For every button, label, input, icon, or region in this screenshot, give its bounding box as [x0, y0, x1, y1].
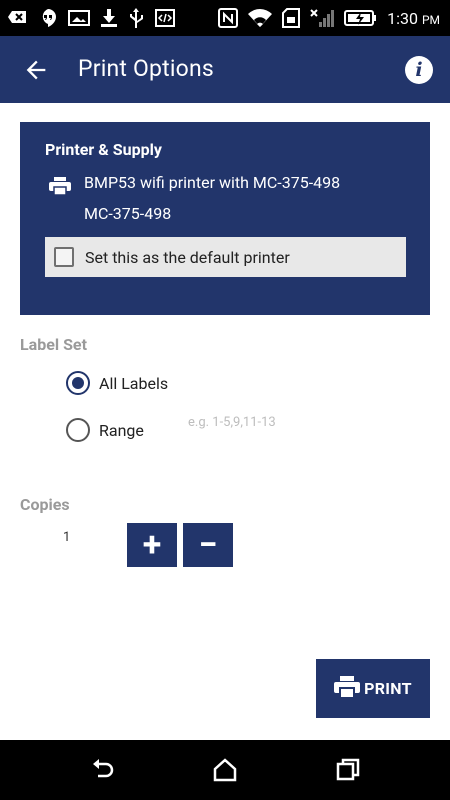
page-title: Print Options: [78, 55, 214, 82]
default-printer-checkbox[interactable]: [54, 247, 74, 267]
radio-all-labels-button[interactable]: [66, 371, 90, 395]
print-button-label: PRINT: [364, 679, 412, 698]
supply-name[interactable]: MC-375-498: [84, 204, 171, 223]
home-icon[interactable]: [211, 756, 239, 784]
clock: 1:30 PM: [387, 8, 440, 28]
radio-range-label: Range: [99, 420, 144, 440]
print-button[interactable]: PRINT: [316, 659, 430, 718]
radio-all-labels-label: All Labels: [99, 373, 169, 393]
navigation-bar: [0, 740, 450, 800]
radio-range-button[interactable]: [66, 418, 90, 442]
default-printer-checkbox-row[interactable]: Set this as the default printer: [45, 237, 406, 277]
printer-supply-card: Printer & Supply BMP53 wifi printer with…: [20, 122, 430, 315]
hangouts-icon: [39, 7, 57, 29]
code-icon: [155, 7, 175, 29]
printer-icon: [49, 177, 71, 196]
no-signal-icon: [309, 7, 335, 29]
download-icon: [101, 7, 117, 29]
printer-name[interactable]: BMP53 wifi printer with MC-375-498: [84, 173, 340, 192]
image-icon: [68, 7, 90, 29]
status-bar: 1:30 PM: [0, 0, 450, 36]
radio-all-labels[interactable]: All Labels: [66, 371, 168, 395]
copies-value: 1: [63, 530, 71, 545]
app-bar: Print Options i: [0, 36, 450, 103]
plus-icon: +: [142, 525, 162, 565]
copies-heading: Copies: [20, 495, 70, 514]
message-icon: [8, 7, 28, 29]
printer-icon: [334, 675, 361, 702]
copies-minus-button[interactable]: −: [183, 523, 233, 567]
info-icon[interactable]: i: [405, 56, 433, 84]
battery-icon: [344, 7, 377, 29]
nfc-icon: [218, 7, 239, 29]
recents-icon[interactable]: [334, 756, 362, 784]
minus-icon: −: [198, 525, 218, 565]
back-nav-icon[interactable]: [88, 756, 116, 784]
arrow-left-icon[interactable]: [22, 56, 50, 84]
label-set-heading: Label Set: [20, 335, 87, 354]
default-printer-label: Set this as the default printer: [85, 247, 290, 267]
wifi-icon: [247, 7, 273, 29]
usb-icon: [128, 7, 144, 29]
copies-plus-button[interactable]: +: [127, 523, 177, 567]
range-input[interactable]: e.g. 1-5,9,11-13: [188, 415, 276, 430]
sd-card-icon: [282, 7, 301, 29]
print-options-content: Printer & Supply BMP53 wifi printer with…: [0, 103, 450, 740]
printer-supply-title: Printer & Supply: [45, 140, 162, 159]
radio-range[interactable]: Range: [66, 418, 144, 442]
